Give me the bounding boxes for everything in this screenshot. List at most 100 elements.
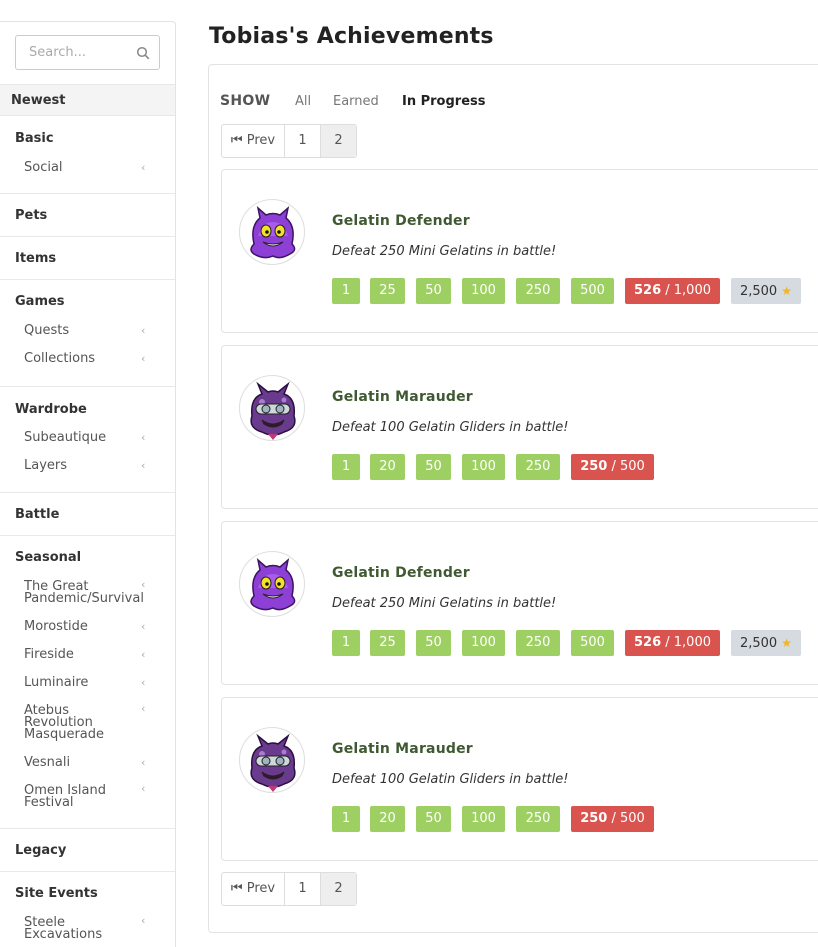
chevron-left-icon[interactable]: ‹ [141,648,145,661]
achievement-card: Gelatin Defender Defeat 250 Mini Gelatin… [221,521,818,685]
chevron-left-icon[interactable]: ‹ [141,620,145,633]
sidebar-item-pets[interactable]: Pets [15,208,47,223]
page-title: Tobias's Achievements [209,24,494,49]
page-1-button[interactable]: 1 [285,125,321,157]
chevron-left-icon[interactable]: ‹ [141,161,145,174]
tier-badge: 100 [462,630,505,656]
sidebar-item-luminaire[interactable]: Luminaire [24,676,142,689]
achievement-description: Defeat 100 Gelatin Gliders in battle! [332,420,569,435]
chevron-left-icon[interactable]: ‹ [141,702,145,715]
achievement-avatar [239,551,305,617]
progress-badge: 250 / 500 [571,454,654,480]
sidebar-item-collections[interactable]: Collections [24,352,142,365]
gelatin-marauder-icon [240,376,305,441]
chevron-left-icon[interactable]: ‹ [141,324,145,337]
filter-earned[interactable]: Earned [333,94,379,109]
reward-badge: 2,500 ★ [731,630,801,656]
chevron-left-icon[interactable]: ‹ [141,914,145,927]
sidebar-section-legacy: Legacy [0,829,175,872]
sidebar-item-items[interactable]: Items [15,251,56,266]
sidebar-item-omen[interactable]: Omen Island Festival [24,784,114,809]
tier-badge: 250 [516,806,560,832]
sidebar-item-site-events[interactable]: Site Events [15,886,98,901]
reward-value: 2,500 [739,284,778,299]
progress-badge: 526 / 1,000 [625,630,720,656]
tier-badge: 25 [370,278,405,304]
achievement-avatar [239,199,305,265]
sidebar-item-seasonal[interactable]: Seasonal [15,550,81,565]
sidebar-item-steele[interactable]: Steele Excavations [24,916,114,941]
chevron-left-icon[interactable]: ‹ [141,578,145,591]
progress-badge: 526 / 1,000 [625,278,720,304]
sidebar-item-social[interactable]: Social [24,161,142,174]
sidebar-section-basic: Basic Social ‹ [0,117,175,194]
chevron-left-icon[interactable]: ‹ [141,756,145,769]
tier-badge: 500 [571,278,614,304]
sidebar-item-newest[interactable]: Newest [0,84,175,116]
sidebar-section-site-events: Site Events Steele Excavations ‹ [0,872,175,947]
chevron-left-icon[interactable]: ‹ [141,431,145,444]
sidebar-item-pandemic[interactable]: The Great Pandemic/Survival [24,580,144,605]
tier-badge: 20 [370,454,405,480]
page-1-button[interactable]: 1 [285,873,321,905]
sidebar-item-games[interactable]: Games [15,294,65,309]
gelatin-defender-icon [240,200,305,265]
sidebar-item-atebus[interactable]: Atebus Revolution Masquerade [24,704,124,741]
tier-badge: 1 [332,806,360,832]
sidebar-section-pets: Pets [0,194,175,237]
sidebar-item-wardrobe[interactable]: Wardrobe [15,402,87,417]
tier-badge: 100 [462,806,505,832]
sidebar-item-quests[interactable]: Quests [24,324,142,337]
page-2-button[interactable]: 2 [321,873,356,905]
progress-total: / 1,000 [661,283,711,298]
progress-total: / 500 [607,459,645,474]
pagination-bottom: ⏮ Prev 1 2 [221,872,357,906]
sidebar-item-legacy[interactable]: Legacy [15,843,66,858]
tier-badge: 100 [462,278,505,304]
tier-badge: 50 [416,278,451,304]
achievement-title: Gelatin Marauder [332,741,473,757]
chevron-left-icon[interactable]: ‹ [141,459,145,472]
sidebar-item-layers[interactable]: Layers [24,459,142,472]
sidebar-item-subeautique[interactable]: Subeautique [24,431,142,444]
tier-badge: 100 [462,454,505,480]
chevron-left-icon[interactable]: ‹ [141,676,145,689]
achievement-card: Gelatin Defender Defeat 250 Mini Gelatin… [221,169,818,333]
tier-badge: 1 [332,630,360,656]
chevron-left-icon[interactable]: ‹ [141,352,145,365]
filter-in-progress[interactable]: In Progress [402,94,486,109]
sidebar-section-wardrobe: Wardrobe Subeautique ‹ Layers ‹ [0,387,175,493]
tier-badge: 250 [516,454,560,480]
progress-value: 250 [580,459,608,474]
reward-value: 2,500 [739,636,778,651]
filter-all[interactable]: All [295,94,311,109]
star-icon: ★ [781,636,793,650]
gelatin-defender-icon [240,552,305,617]
search-icon[interactable] [136,46,150,60]
tier-badge: 20 [370,806,405,832]
tier-badge: 25 [370,630,405,656]
progress-total: / 500 [607,811,645,826]
page-2-button[interactable]: 2 [321,125,356,157]
achievement-description: Defeat 250 Mini Gelatins in battle! [332,596,557,611]
achievement-title: Gelatin Defender [332,213,470,229]
prev-page-button[interactable]: ⏮ Prev [222,873,285,905]
achievement-card: Gelatin Marauder Defeat 100 Gelatin Glid… [221,345,818,509]
sidebar-section-games: Games Quests ‹ Collections ‹ [0,280,175,387]
sidebar-item-fireside[interactable]: Fireside [24,648,142,661]
sidebar-section-seasonal: Seasonal The Great Pandemic/Survival ‹ M… [0,536,175,829]
prev-page-button[interactable]: ⏮ Prev [222,125,285,157]
sidebar-item-vesnali[interactable]: Vesnali [24,756,142,769]
reward-badge: 2,500 ★ [731,278,801,304]
sidebar-item-basic[interactable]: Basic [15,131,54,146]
chevron-left-icon[interactable]: ‹ [141,782,145,795]
tier-badge: 1 [332,454,360,480]
search-input[interactable] [16,36,126,69]
prev-label: Prev [246,881,276,896]
sidebar-section-items: Items [0,237,175,280]
sidebar-item-battle[interactable]: Battle [15,507,59,522]
tier-badge: 250 [516,278,560,304]
sidebar-item-morostide[interactable]: Morostide [24,620,142,633]
skip-back-icon: ⏮ [230,881,243,896]
progress-total: / 1,000 [661,635,711,650]
